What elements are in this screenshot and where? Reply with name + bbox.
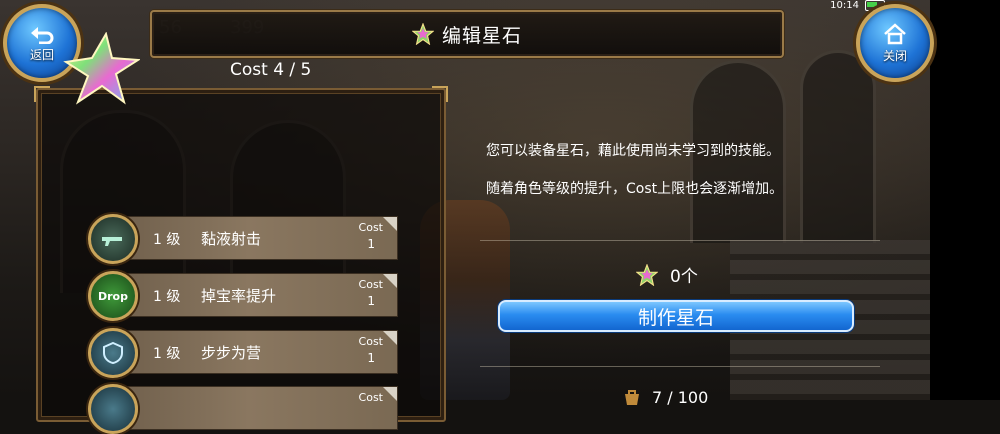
make-star-stone-button[interactable]: 制作星石 <box>498 300 854 332</box>
cost-summary: Cost 4 / 5 <box>230 60 312 80</box>
skill-cost-value: 1 <box>367 237 375 251</box>
close-label: 关闭 <box>882 48 907 63</box>
panel-corner <box>34 86 50 102</box>
skill-name: 掉宝率提升 <box>201 287 277 305</box>
skill-name: 步步为营 <box>201 344 262 362</box>
stone-count-value: 0个 <box>670 267 698 287</box>
skill-level: 1 级 <box>153 346 181 362</box>
description-line: 您可以装备星石，藉此使用尚未学习到的技能。 <box>486 143 780 159</box>
skill-name: 黏液射击 <box>201 230 262 248</box>
close-button[interactable]: 关闭 <box>856 4 934 82</box>
back-label: 返回 <box>29 47 54 62</box>
skill-cost-label: Cost <box>358 335 383 348</box>
skill-cost-value: 1 <box>367 351 375 365</box>
inventory-count-value: 7 / 100 <box>652 388 709 407</box>
skill-cost-value: 1 <box>367 294 375 308</box>
bag-icon <box>625 390 639 405</box>
star-stone-icon <box>636 263 658 286</box>
skill-cost-label: Cost <box>358 278 383 291</box>
skill-icon <box>88 384 138 434</box>
screen-edge <box>930 0 1000 400</box>
inventory-count: 7 / 100 <box>622 388 708 407</box>
background-arch <box>800 50 876 243</box>
skill-level: 1 级 <box>153 232 181 248</box>
page-title: 编辑星石 <box>441 24 522 47</box>
gun-glyph <box>102 237 122 246</box>
gun-icon <box>88 214 138 264</box>
skill-cost-label: Cost <box>358 221 383 234</box>
skill-cost-label: Cost <box>358 391 383 404</box>
shield-glyph <box>103 342 123 364</box>
corner-fold <box>383 217 397 231</box>
home-icon <box>884 22 906 44</box>
shield-icon <box>88 328 138 378</box>
skill-row[interactable]: 1 级 掉宝率提升 Cost 1 <box>100 273 398 317</box>
return-arrow-icon <box>31 26 54 44</box>
divider <box>480 240 880 241</box>
stone-count: 0个 <box>636 262 698 287</box>
divider <box>480 366 880 367</box>
star-stone-large-icon <box>63 32 140 105</box>
star-stone-icon <box>411 23 434 45</box>
drop-icon: Drop <box>88 271 138 321</box>
corner-fold <box>383 331 397 345</box>
clock: 10:14 <box>830 0 859 11</box>
drop-icon-text: Drop <box>98 289 128 303</box>
corner-fold <box>383 387 397 401</box>
title-bar: 编辑星石 <box>150 10 784 58</box>
panel-corner <box>432 86 448 102</box>
corner-fold <box>383 274 397 288</box>
skill-row[interactable]: Cost <box>100 386 398 430</box>
skill-row[interactable]: 1 级 步步为营 Cost 1 <box>100 330 398 374</box>
skill-level: 1 级 <box>153 289 181 305</box>
skill-row[interactable]: 1 级 黏液射击 Cost 1 <box>100 216 398 260</box>
description-line: 随着角色等级的提升，Cost上限也会逐渐增加。 <box>486 181 784 197</box>
